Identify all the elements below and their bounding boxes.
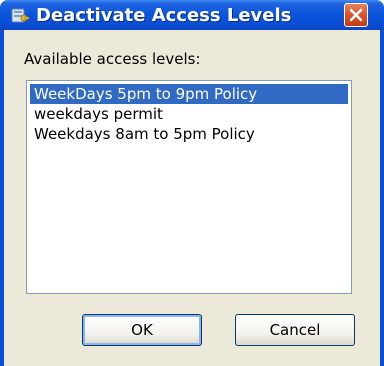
title-bar[interactable]: Deactivate Access Levels	[0, 0, 384, 30]
cancel-button[interactable]: Cancel	[235, 314, 355, 346]
window-title: Deactivate Access Levels	[36, 5, 292, 26]
close-icon	[349, 8, 363, 22]
access-levels-list[interactable]: WeekDays 5pm to 9pm Policy weekdays perm…	[26, 80, 352, 294]
list-item[interactable]: Weekdays 8am to 5pm Policy	[30, 124, 255, 144]
dialog-window: Deactivate Access Levels Available acces…	[0, 0, 384, 366]
list-label: Available access levels:	[24, 50, 201, 68]
list-item[interactable]: WeekDays 5pm to 9pm Policy	[30, 84, 348, 104]
ok-button[interactable]: OK	[82, 314, 202, 346]
close-button[interactable]	[344, 3, 368, 27]
list-item[interactable]: weekdays permit	[30, 104, 163, 124]
key-icon	[11, 8, 29, 23]
